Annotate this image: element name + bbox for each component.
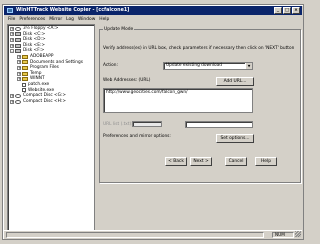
expand-icon[interactable]: + [10, 43, 14, 48]
url-list-field[interactable] [132, 121, 162, 127]
num-lock-indicator: NUM [272, 232, 294, 238]
expand-icon[interactable]: + [17, 65, 21, 70]
expand-icon[interactable]: + [17, 77, 21, 82]
expand-icon[interactable]: + [10, 37, 14, 42]
menu-preferences[interactable]: Preferences [19, 16, 45, 23]
minimize-button[interactable]: _ [274, 7, 282, 14]
window-title: WinHTTrack Website Copier - [ccfalcone1] [16, 8, 130, 13]
url-textarea[interactable]: http://www.geocities.com/falcon_gwn/ [103, 88, 253, 113]
menu-bar: File Preferences Mirror Log Window Help [4, 16, 302, 23]
action-dropdown[interactable]: Update existing download ▼ [163, 62, 253, 70]
folder-icon [22, 60, 28, 65]
cd-icon [15, 99, 21, 104]
tree-item-label: Compact Disc <H:> [23, 98, 66, 104]
set-options-button[interactable]: Set options... [216, 134, 254, 143]
title-bar: WinHTTrack Website Copier - [ccfalcone1]… [4, 6, 302, 15]
menu-log[interactable]: Log [66, 16, 74, 23]
tree-item[interactable]: + Compact Disc <H:> [8, 99, 94, 105]
close-button[interactable]: × [292, 7, 300, 14]
app-icon [7, 8, 13, 13]
drive-icon [15, 43, 21, 48]
drive-icon [15, 37, 21, 42]
menu-mirror[interactable]: Mirror [49, 16, 62, 23]
expand-icon[interactable]: + [10, 32, 14, 37]
app-window: WinHTTrack Website Copier - [ccfalcone1]… [2, 4, 304, 240]
menu-help[interactable]: Help [99, 16, 109, 23]
wizard-panel: Update Mode Verify address(es) in URL bo… [97, 24, 303, 231]
expand-icon[interactable]: + [17, 71, 21, 76]
next-button[interactable]: Next > [190, 157, 212, 166]
cancel-button[interactable]: Cancel [225, 157, 247, 166]
status-bar: NUM [4, 230, 302, 238]
url-list-label: URL list (.txt): [103, 122, 133, 127]
folder-icon [22, 65, 28, 70]
chevron-down-icon[interactable]: ▼ [245, 63, 252, 69]
cd-icon [15, 93, 21, 98]
expand-icon[interactable]: + [10, 26, 14, 31]
drive-icon [15, 32, 21, 37]
url-list-path-field[interactable] [185, 121, 253, 128]
menu-window[interactable]: Window [78, 16, 95, 23]
floppy-icon [15, 26, 21, 31]
menu-file[interactable]: File [8, 16, 15, 23]
file-icon [22, 88, 26, 93]
file-icon [22, 82, 26, 87]
folder-icon [22, 77, 28, 82]
folder-icon [22, 71, 28, 76]
expand-icon[interactable]: + [10, 99, 14, 104]
group-title: Update Mode [103, 27, 135, 32]
collapse-icon[interactable]: - [10, 49, 14, 54]
action-label: Action: [103, 63, 118, 68]
expand-icon[interactable]: + [17, 60, 21, 65]
hint-text: Verify address(es) in URL box, check par… [103, 46, 295, 51]
action-value: Update existing download [166, 63, 222, 68]
status-message [6, 232, 264, 238]
add-url-button[interactable]: Add URL... [216, 77, 254, 86]
prefs-label: Preferences and mirror options: [103, 134, 171, 139]
expand-icon[interactable]: + [10, 93, 14, 98]
expand-icon[interactable]: + [17, 54, 21, 59]
maximize-button[interactable]: □ [283, 7, 291, 14]
web-addresses-label: Web Addresses: (URL) [103, 78, 151, 83]
folder-icon [22, 54, 28, 59]
resize-grip[interactable] [295, 231, 301, 237]
drive-icon [15, 49, 21, 54]
folder-tree[interactable]: +3½ Floppy <A:> + Disk <C:> + Disk <D:> + Disk… [7, 24, 95, 231]
help-button[interactable]: Help [255, 157, 277, 166]
back-button[interactable]: < Back [165, 157, 187, 166]
